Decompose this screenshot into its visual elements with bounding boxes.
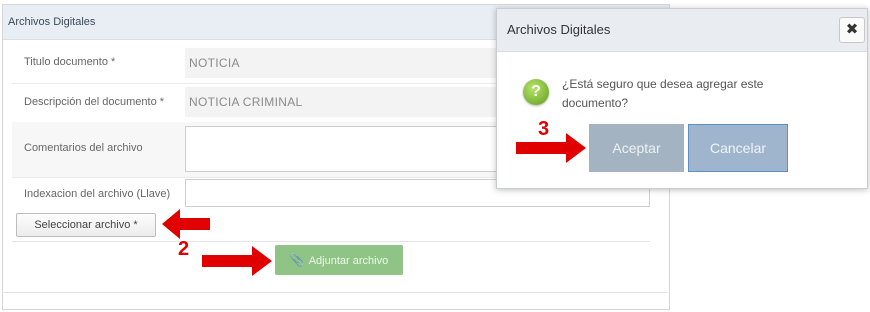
cancel-button[interactable]: Cancelar <box>688 124 788 172</box>
arrow-right-icon <box>202 246 272 276</box>
dialog-header: Archivos Digitales ✖ <box>497 9 867 52</box>
attach-file-button[interactable]: 📎 Adjuntar archivo <box>275 245 403 275</box>
accept-button[interactable]: Aceptar <box>589 124 684 172</box>
dialog-message: ¿Está seguro que desea agregar este docu… <box>562 77 764 110</box>
panel-footer-divider <box>2 292 668 293</box>
select-file-button[interactable]: Seleccionar archivo * <box>16 213 156 237</box>
paperclip-icon: 📎 <box>289 253 305 267</box>
close-icon[interactable]: ✖ <box>839 17 865 43</box>
document-description-label: Descripción del documento * <box>24 96 165 108</box>
step-2-marker: 2 <box>178 238 190 260</box>
form-separator <box>12 241 650 242</box>
file-comments-label: Comentarios del archivo <box>24 142 143 154</box>
arrow-left-icon <box>162 209 210 239</box>
document-title-label: Titulo documento * <box>24 56 116 68</box>
attach-file-label: Adjuntar archivo <box>308 255 389 267</box>
question-icon: ? <box>523 79 549 105</box>
arrow-right-icon <box>516 133 586 163</box>
dialog-title: Archivos Digitales <box>507 22 611 37</box>
file-index-key-label: Indexacion del archivo (Llave) <box>24 188 171 200</box>
